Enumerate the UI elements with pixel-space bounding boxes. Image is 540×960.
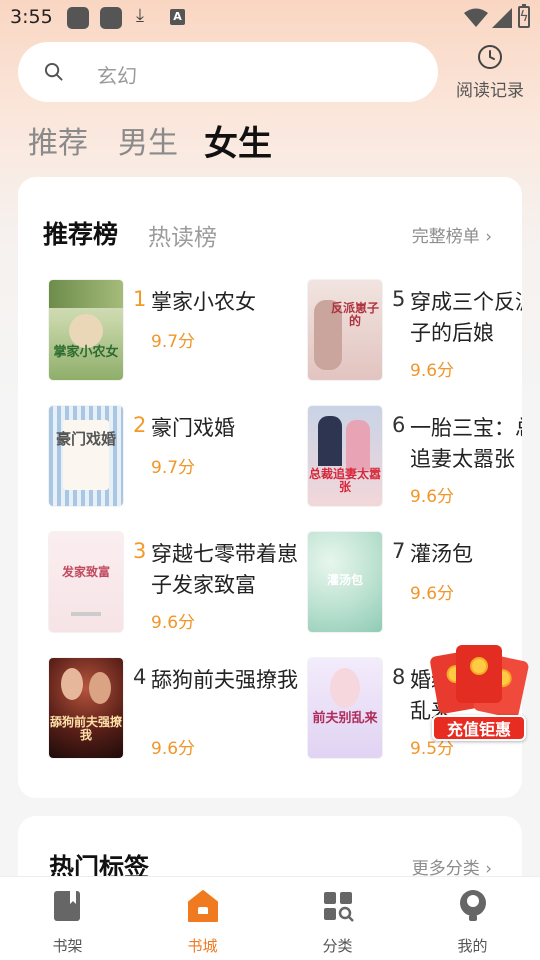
category-icon	[324, 892, 354, 922]
book-item[interactable]: 舔狗前夫强撩我 4 舔狗前夫强撩我 9.6分	[49, 658, 299, 760]
book-score: 9.6分	[410, 584, 455, 604]
book-cover: 总裁追妻太嚣张	[308, 406, 382, 506]
book-cover: 掌家小农女	[49, 280, 123, 380]
battery-icon: ϟ	[518, 4, 530, 28]
tab-hot-reading-ranking[interactable]: 热读榜	[148, 218, 217, 252]
book-title: 灌汤包	[410, 542, 473, 566]
nav-profile[interactable]: 我的	[405, 877, 540, 960]
rank-number: 3	[133, 539, 147, 563]
rank-number: 5	[392, 287, 406, 311]
status-bar: 3:55 ⤓ A ϟ	[0, 0, 540, 36]
book-item[interactable]: 发家致富 3 穿越七零带着崽子发家致富 9.6分	[49, 532, 299, 634]
book-item[interactable]: 豪门戏婚 2 豪门戏婚 9.7分	[49, 406, 299, 508]
book-title: 一胎三宝：总裁追妻太嚣张	[410, 416, 522, 471]
recharge-promo-button[interactable]: 充值钜惠	[429, 645, 530, 745]
red-envelope-icon	[456, 645, 502, 703]
profile-icon	[460, 890, 486, 921]
search-input[interactable]: 玄幻	[18, 42, 438, 102]
book-title: 穿成三个反派崽子的后娘	[410, 290, 522, 345]
book-cover: 豪门戏婚	[49, 406, 123, 506]
full-ranking-link[interactable]: 完整榜单 ›	[412, 222, 492, 247]
book-title: 穿越七零带着崽子发家致富	[151, 542, 298, 597]
book-item[interactable]: 反派崽子的 5 穿成三个反派崽子的后娘 9.6分	[308, 280, 522, 382]
book-item[interactable]: 灌汤包 7 灌汤包 9.6分	[308, 532, 522, 634]
app-notification-icon: A	[170, 9, 185, 25]
book-score: 9.7分	[151, 332, 196, 352]
nav-bookstore-label: 书城	[187, 937, 218, 955]
rank-number: 7	[392, 539, 406, 563]
tab-recommend[interactable]: 推荐	[28, 118, 88, 162]
nav-bookshelf[interactable]: 书架	[0, 877, 135, 960]
book-score: 9.6分	[151, 613, 196, 633]
book-title: 豪门戏婚	[151, 416, 235, 440]
book-cover: 灌汤包	[308, 532, 382, 632]
tab-female[interactable]: 女生	[204, 116, 272, 165]
book-cover: 舔狗前夫强撩我	[49, 658, 123, 758]
book-cover: 前夫别乱来	[308, 658, 382, 758]
promo-label: 充值钜惠	[432, 715, 526, 741]
download-icon: ⤓	[136, 5, 144, 26]
nav-category-label: 分类	[322, 937, 353, 955]
signal-icon	[492, 8, 512, 28]
bookshelf-icon	[54, 891, 80, 921]
nav-profile-label: 我的	[457, 937, 488, 955]
notification-icon	[100, 7, 122, 29]
search-placeholder: 玄幻	[97, 64, 137, 88]
reading-history-button[interactable]: 阅读记录	[448, 44, 532, 102]
book-score: 9.6分	[151, 739, 196, 759]
book-item[interactable]: 总裁追妻太嚣张 6 一胎三宝：总裁追妻太嚣张 9.6分	[308, 406, 522, 508]
tab-male[interactable]: 男生	[118, 118, 178, 162]
book-score: 9.6分	[410, 361, 455, 381]
bookstore-icon	[188, 890, 218, 922]
tab-recommend-ranking[interactable]: 推荐榜	[43, 215, 118, 251]
book-score: 9.6分	[410, 487, 455, 507]
nav-bookstore[interactable]: 书城	[135, 877, 270, 960]
search-icon	[44, 62, 63, 81]
notification-icon	[67, 7, 89, 29]
book-cover: 反派崽子的	[308, 280, 382, 380]
clock-icon	[478, 45, 502, 69]
wifi-icon	[464, 8, 488, 27]
rank-number: 1	[133, 287, 147, 311]
rank-number: 8	[392, 665, 406, 689]
nav-category[interactable]: 分类	[270, 877, 405, 960]
book-title: 掌家小农女	[151, 290, 256, 314]
rank-number: 6	[392, 413, 406, 437]
reading-history-label: 阅读记录	[456, 81, 524, 101]
book-score: 9.7分	[151, 458, 196, 478]
rank-number: 4	[133, 665, 147, 689]
book-item[interactable]: 掌家小农女 1 掌家小农女 9.7分	[49, 280, 299, 382]
rank-number: 2	[133, 413, 147, 437]
book-cover: 发家致富	[49, 532, 123, 632]
status-time: 3:55	[10, 6, 53, 28]
book-title: 舔狗前夫强撩我	[151, 668, 298, 692]
bottom-nav: 书架 书城 分类 我的	[0, 876, 540, 960]
nav-bookshelf-label: 书架	[52, 937, 83, 955]
